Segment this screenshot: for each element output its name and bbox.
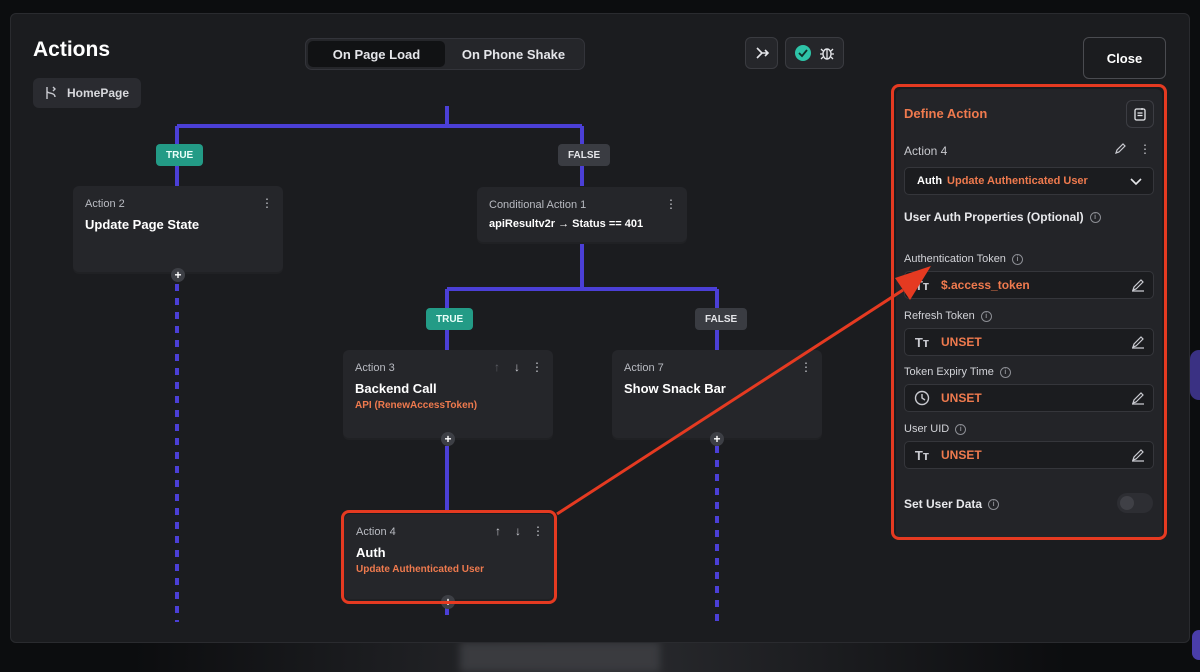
arrow-head (895, 266, 931, 300)
arrow-line (556, 288, 904, 516)
side-decor (1190, 350, 1200, 400)
backdrop-strip (460, 642, 660, 672)
side-decor (1192, 630, 1200, 660)
actions-dialog: Actions HomePage On Page Load On Phone S… (10, 13, 1190, 643)
annotation-arrow (556, 266, 931, 516)
